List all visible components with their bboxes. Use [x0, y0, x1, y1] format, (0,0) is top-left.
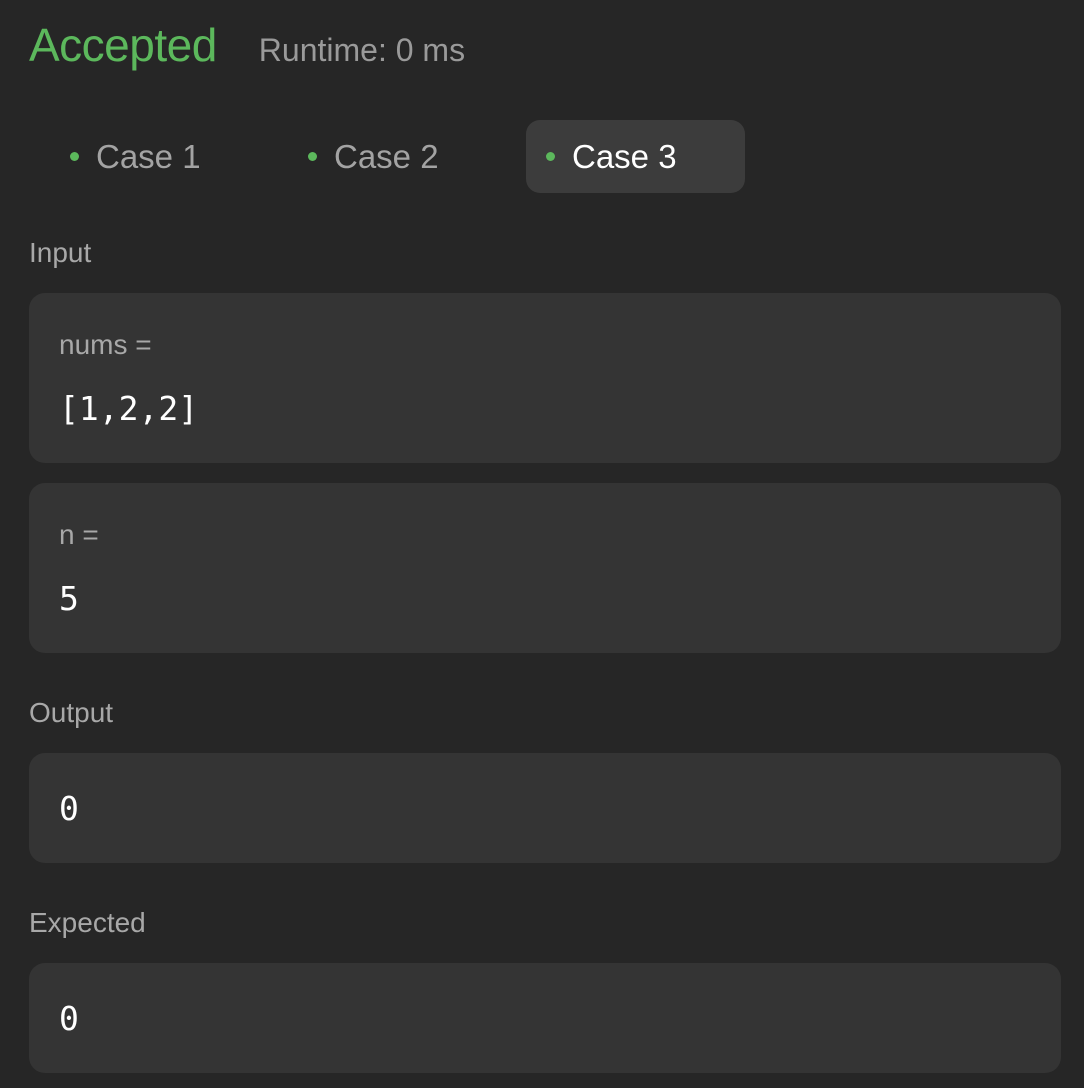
param-value[interactable]: 5: [59, 579, 79, 618]
result-header: Accepted Runtime: 0 ms: [29, 18, 465, 72]
output-value[interactable]: 0: [59, 789, 79, 828]
runtime-text: Runtime: 0 ms: [258, 32, 466, 68]
param-value[interactable]: [1,2,2]: [59, 389, 198, 428]
param-box-n: n = 5: [29, 483, 1061, 653]
passed-dot-icon: [546, 152, 555, 161]
case-tabs: Case 1 Case 2 Case 3: [50, 120, 765, 193]
passed-dot-icon: [308, 152, 317, 161]
param-box-nums: nums = [1,2,2]: [29, 293, 1061, 463]
tab-case-1[interactable]: Case 1: [50, 120, 268, 193]
output-label: Output: [29, 697, 114, 728]
param-name: n =: [59, 519, 99, 550]
expected-box: 0: [29, 963, 1061, 1073]
output-box: 0: [29, 753, 1061, 863]
param-name: nums =: [59, 329, 152, 360]
tab-label: Case 1: [96, 137, 201, 175]
expected-label: Expected: [29, 907, 146, 938]
input-label: Input: [29, 237, 92, 268]
expected-value[interactable]: 0: [59, 999, 79, 1038]
passed-dot-icon: [70, 152, 79, 161]
tab-case-3[interactable]: Case 3: [526, 120, 745, 193]
tab-label: Case 2: [334, 137, 439, 175]
status-title: Accepted: [29, 19, 217, 71]
tab-label: Case 3: [572, 137, 677, 175]
tab-case-2[interactable]: Case 2: [288, 120, 506, 193]
testcase-result-panel: Accepted Runtime: 0 ms Case 1 Case 2 Cas…: [0, 0, 1084, 1088]
